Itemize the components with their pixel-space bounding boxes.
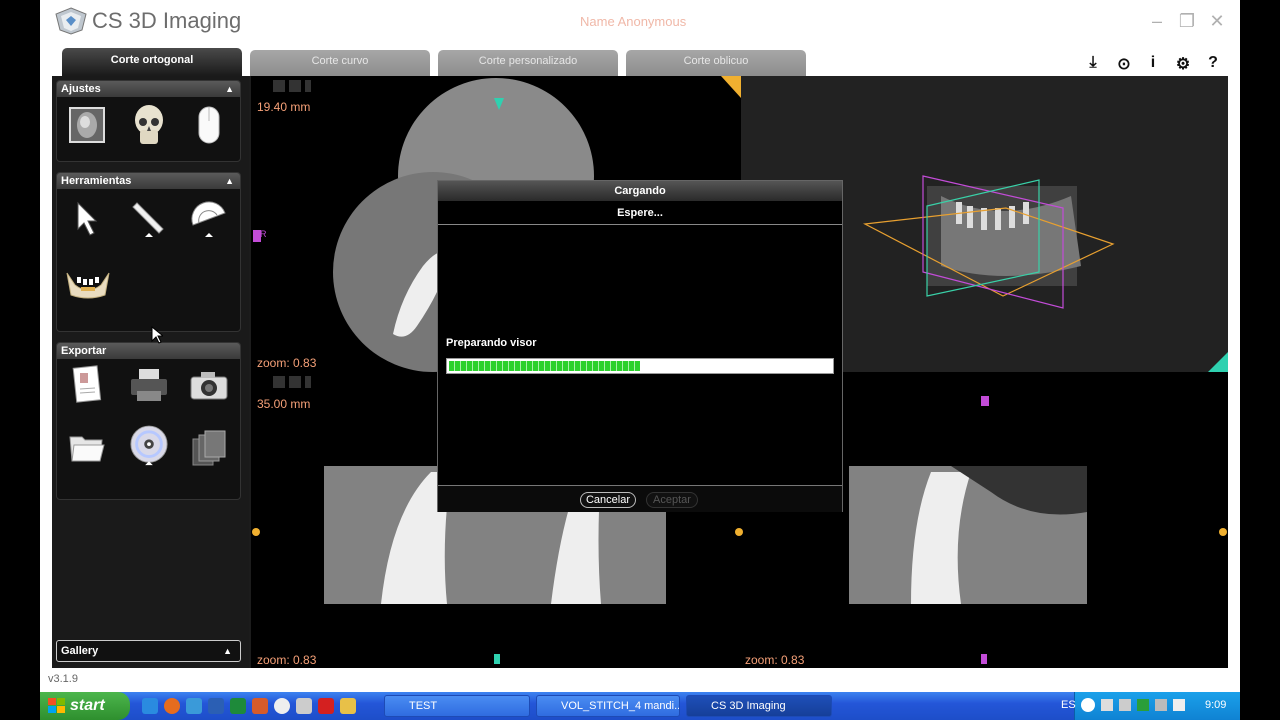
target-icon[interactable]: ⊙ [1113,54,1135,74]
mouse-icon[interactable] [189,103,229,147]
progress-bar [446,358,834,374]
panel-ajustes-title: Ajustes [61,83,101,95]
taskbar-item-label: TEST [409,700,438,712]
printer-icon[interactable] [129,363,169,407]
loading-dialog: Cargando Espere... Preparando visor Canc… [437,180,843,512]
word-icon[interactable] [208,698,224,714]
folder-icon[interactable] [67,425,107,469]
taskbar-item-test[interactable]: TEST [384,695,530,717]
firefox-icon[interactable] [164,698,180,714]
cancel-button[interactable]: Cancelar [580,492,636,508]
taskbar-item-label: CS 3D Imaging [711,700,786,712]
tray-app2-icon[interactable] [1173,699,1185,711]
ruler-icon[interactable] [129,197,169,241]
measure-top: 19.40 mm [257,100,311,114]
zoom-right-bottom: zoom: 0.83 [745,653,805,667]
camera-icon[interactable] [189,363,229,407]
gallery-title: Gallery [61,645,99,657]
info-icon[interactable]: i [1142,54,1164,74]
system-tray: ES 9:09 [1061,692,1240,720]
security-icon[interactable] [1137,699,1149,711]
gallery-panel[interactable]: Gallery ▲ [56,640,241,662]
app-red-icon[interactable] [318,698,334,714]
desktop: CS 3D Imaging Name Anonymous – ❐ ✕ Corte… [0,0,1280,720]
windows-logo-icon [48,698,65,713]
dialog-status: Preparando visor [446,337,537,349]
dialog-title: Cargando [438,181,842,201]
taskbar-item-cs3d[interactable]: CS 3D Imaging [686,695,832,717]
dialog-footer: Cancelar Aceptar [438,485,842,512]
tab-corte-ortogonal[interactable]: Corte ortogonal [62,48,242,76]
panel-herramientas-header[interactable]: Herramientas ▲ [57,173,240,189]
collapse-icon[interactable]: ▲ [225,173,234,189]
sidebar: Ajustes ▲ Herramientas ▲ Exportar Galler… [52,76,249,668]
minimize-button[interactable]: – [1146,10,1168,32]
panel-exportar-title: Exportar [61,345,107,357]
maximize-button[interactable]: ❐ [1176,10,1198,32]
face-photo-icon[interactable] [67,103,107,147]
document-icon[interactable] [67,363,107,407]
orientation-marker-icon [494,98,504,110]
skull-icon[interactable] [129,103,169,147]
expand-icon[interactable]: ▲ [223,641,232,661]
taskbar-item-label: VOL_STITCH_4 mandi... [561,700,680,712]
panel-herramientas: Herramientas ▲ [56,172,241,332]
panel-herramientas-title: Herramientas [61,175,132,187]
taskbar: start TEST VOL_STITCH_4 mandi... CS 3D I… [40,692,1240,720]
protractor-icon[interactable] [189,197,229,241]
dialog-subtitle: Espere... [438,201,842,225]
view-tabs: Corte ortogonal Corte curvo Corte person… [52,44,1228,76]
stack-icon[interactable] [189,425,229,469]
panel-exportar-header[interactable]: Exportar [57,343,240,359]
panel-ajustes-header[interactable]: Ajustes ▲ [57,81,240,97]
collapse-icon[interactable]: ▲ [225,81,234,97]
tab-corte-oblicuo[interactable]: Corte oblicuo [626,50,806,76]
powerpoint-icon[interactable] [252,698,268,714]
zoom-left-top: zoom: 0.83 [257,356,317,370]
tab-corte-curvo[interactable]: Corte curvo [250,50,430,76]
network-icon[interactable] [1101,699,1113,711]
clock: 9:09 [1205,699,1227,711]
accept-button[interactable]: Aceptar [646,492,698,508]
zoom-left-bottom: zoom: 0.83 [257,653,317,667]
download-icon[interactable]: ⤓ [1082,54,1104,74]
language-indicator[interactable]: ES [1061,699,1076,711]
volume-icon[interactable] [1119,699,1131,711]
tab-corte-personalizado[interactable]: Corte personalizado [438,50,618,76]
title-bar: CS 3D Imaging Name Anonymous – ❐ ✕ [40,0,1240,44]
jaw-model-icon[interactable] [65,261,111,305]
app-title: CS 3D Imaging [92,8,242,33]
arrow-pointer-icon[interactable] [67,197,107,241]
settings-icon[interactable]: ⚙ [1172,54,1194,74]
browser-icon[interactable] [186,698,202,714]
panel-ajustes: Ajustes ▲ [56,80,241,162]
close-button[interactable]: ✕ [1206,10,1228,32]
settings-app-icon[interactable] [296,698,312,714]
mouse-cursor-icon [151,326,163,344]
patient-name: Name Anonymous [580,14,687,29]
tray-app-icon[interactable] [1155,699,1167,711]
app-logo-icon [55,7,87,35]
cd-icon[interactable] [129,425,169,469]
marker-r-label: R [260,229,267,239]
excel-icon[interactable] [230,698,246,714]
panel-exportar: Exportar [56,342,241,500]
ie-icon[interactable] [142,698,158,714]
version-label: v3.1.9 [48,673,78,685]
tray-expand-icon[interactable] [1081,698,1095,712]
help-icon[interactable]: ? [1202,54,1224,74]
measure-bottom: 35.00 mm [257,397,311,411]
chrome-icon[interactable] [274,698,290,714]
taskbar-item-vol-stitch[interactable]: VOL_STITCH_4 mandi... [536,695,680,717]
app-yellow-icon[interactable] [340,698,356,714]
progress-fill [449,361,640,371]
